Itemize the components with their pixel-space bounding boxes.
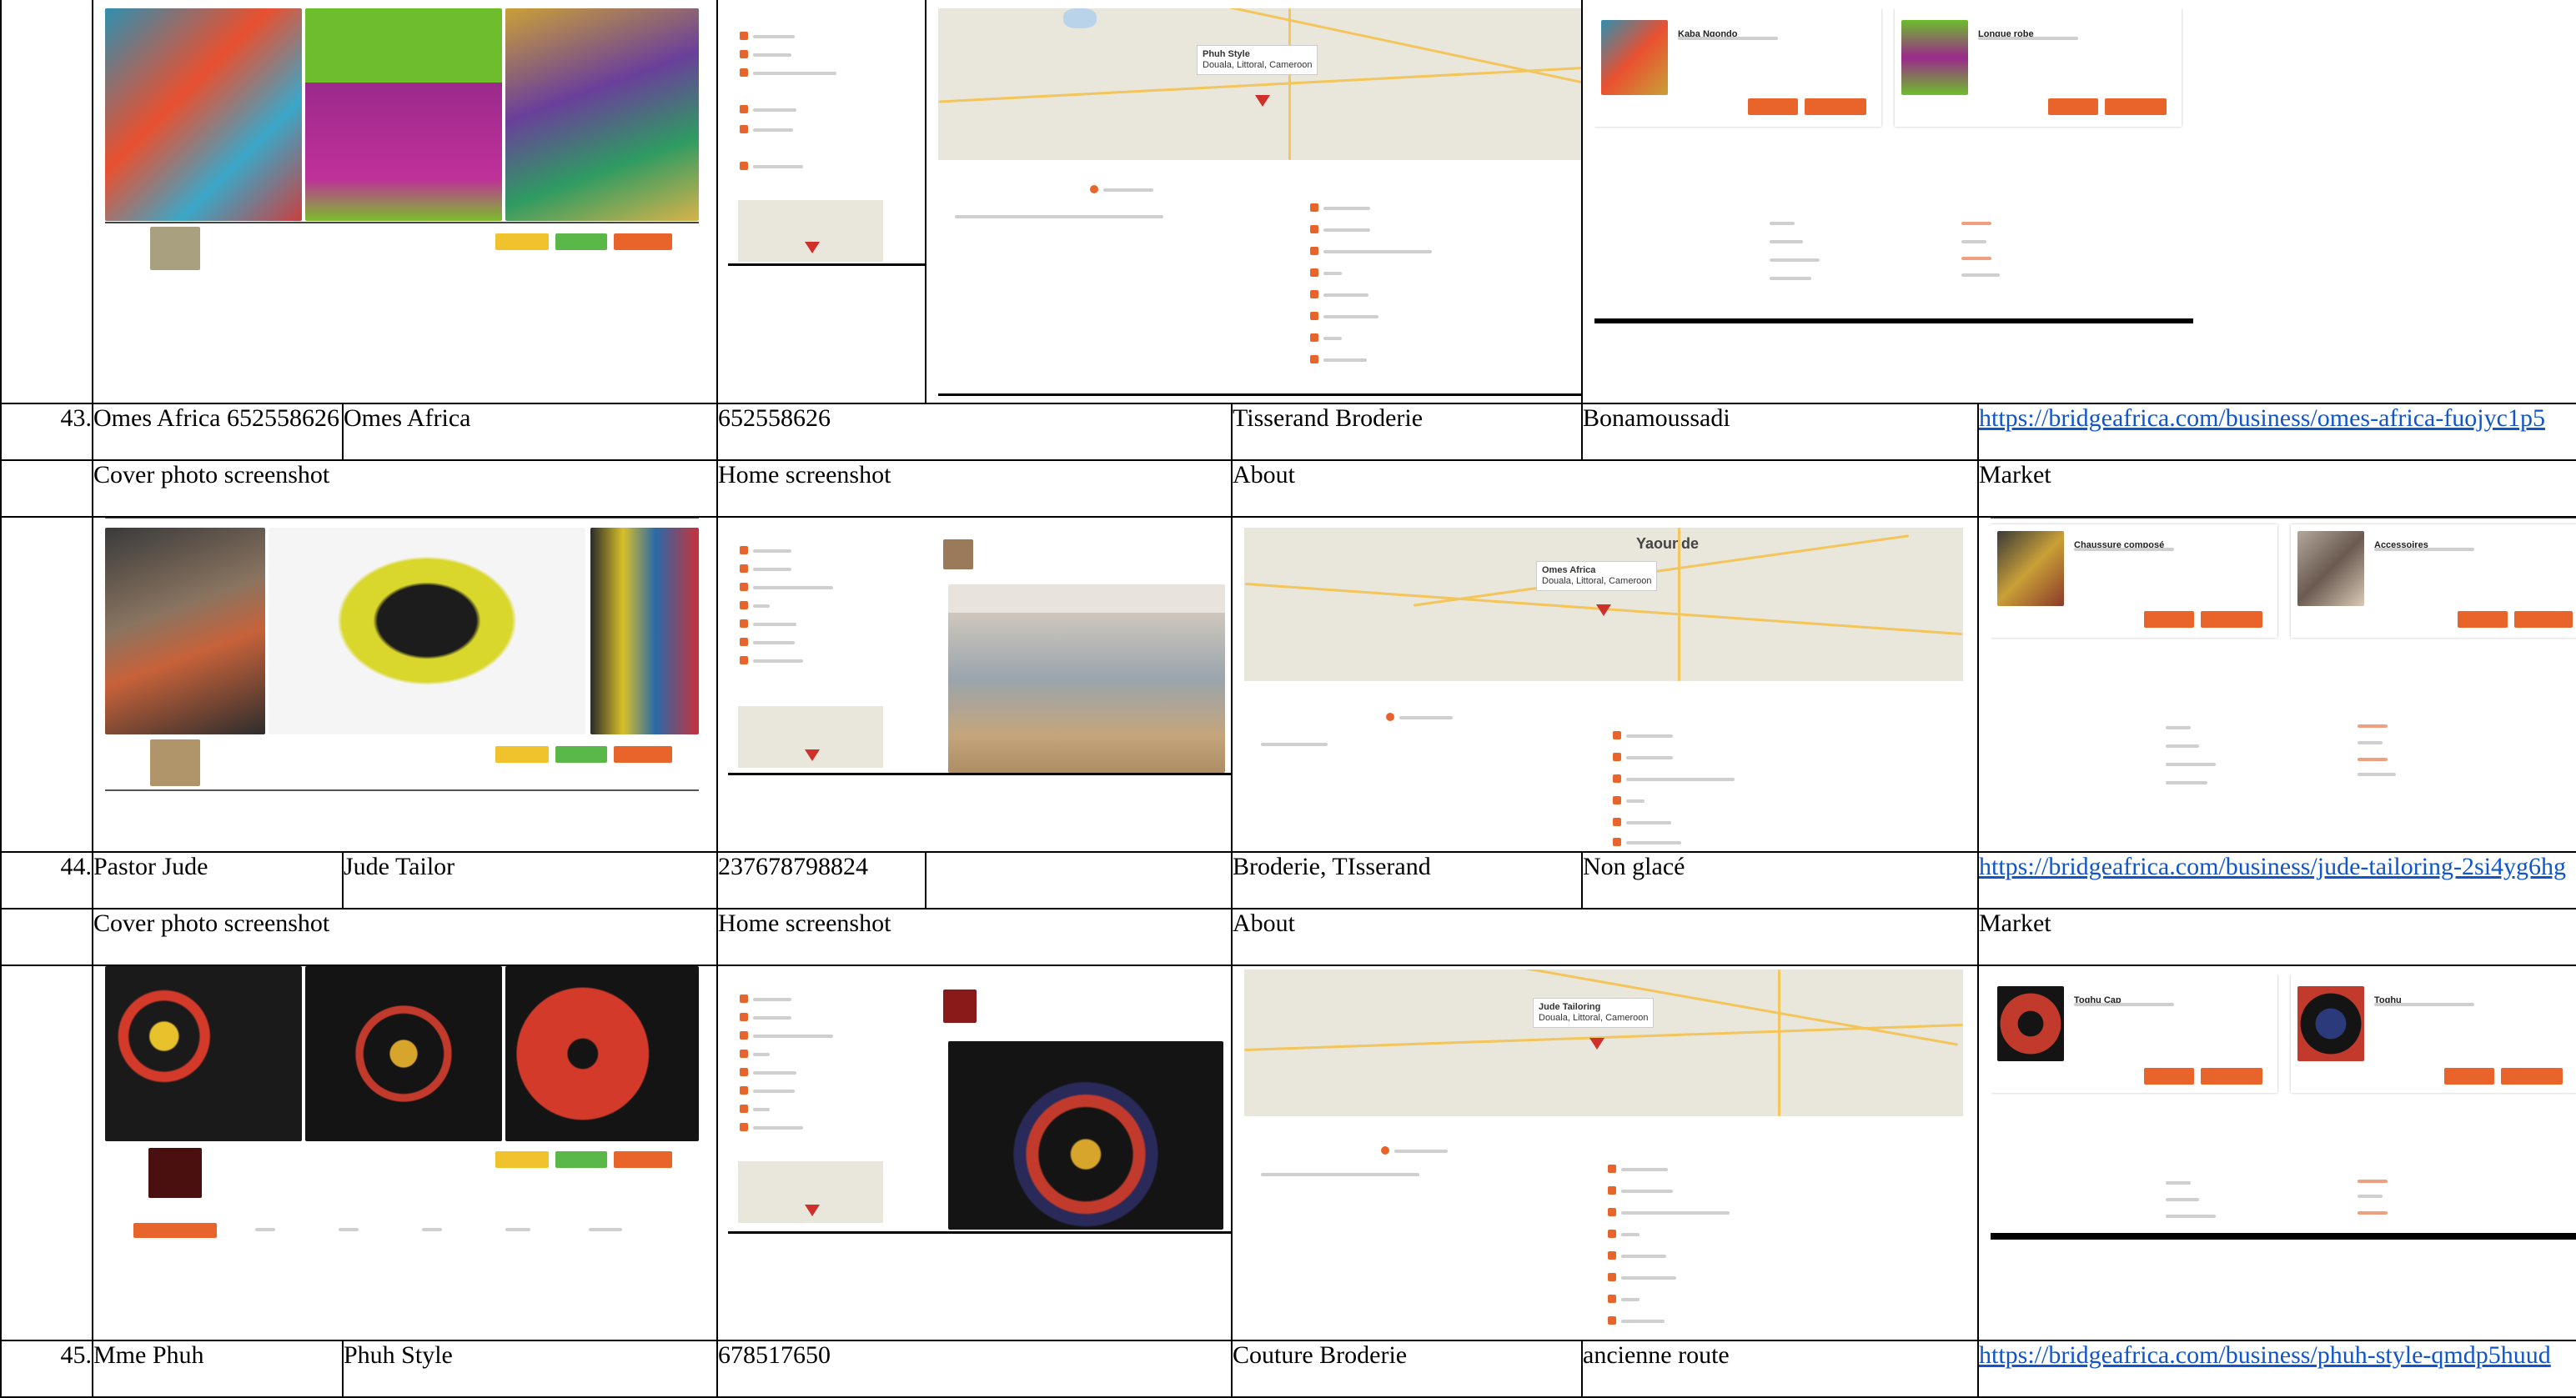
- row-number: 43.: [0, 403, 93, 461]
- location: ancienne route: [1581, 1340, 1979, 1398]
- business-link[interactable]: https://bridgeafrica.com/business/phuh-s…: [1980, 1342, 2551, 1369]
- table-row: 44. Pastor Jude Jude Tailor 237678798824…: [0, 851, 2576, 909]
- table-row: 45. Mme Phuh Phuh Style 678517650 Coutur…: [0, 1340, 2576, 1398]
- cover-screenshot: [92, 516, 718, 853]
- cover-label: Cover photo screenshot: [92, 908, 718, 966]
- phone: 678517650: [716, 1340, 1233, 1398]
- row-number: 45.: [0, 1340, 93, 1398]
- cover-label: Cover photo screenshot: [92, 459, 718, 518]
- home-label: Home screenshot: [716, 459, 1233, 518]
- map-popup: Omes Africa Douala, Littoral, Cameroon: [1536, 561, 1658, 591]
- location: Non glacé: [1581, 851, 1979, 909]
- label-row: Cover photo screenshot Home screenshot A…: [0, 908, 2576, 966]
- location: Bonamoussadi: [1581, 403, 1979, 461]
- market-label: Market: [1977, 459, 2576, 518]
- label-row: Cover photo screenshot Home screenshot A…: [0, 459, 2576, 518]
- business-table: Phuh Style Douala, Littoral, Cameroon Ka…: [0, 0, 2576, 1398]
- activity: Tisserand Broderie: [1231, 403, 1583, 461]
- home-screenshot: [716, 0, 926, 404]
- business-link[interactable]: https://bridgeafrica.com/business/omes-a…: [1980, 405, 2545, 432]
- market-screenshot: Kaba Ngondo Longue robe: [1581, 0, 2576, 404]
- phone: 652558626: [716, 403, 1233, 461]
- product-card: Accessoires: [2291, 524, 2575, 638]
- screenshot-row-42: Phuh Style Douala, Littoral, Cameroon Ka…: [0, 0, 2576, 404]
- product-card: Longue robe: [1895, 8, 2182, 127]
- about-screenshot: Yaounde Omes Africa Douala, Littoral, Cam…: [1231, 516, 1979, 853]
- business-link[interactable]: https://bridgeafrica.com/business/jude-t…: [1980, 854, 2566, 880]
- map-popup: Jude Tailoring Douala, Littoral, Cameroon: [1533, 998, 1655, 1028]
- home-screenshot: [716, 965, 1233, 1341]
- market-screenshot: Chaussure composé Accessoires: [1977, 516, 2576, 853]
- product-card: Kaba Ngondo: [1594, 8, 1881, 127]
- row-number: 44.: [0, 851, 93, 909]
- activity: Couture Broderie: [1231, 1340, 1583, 1398]
- market-screenshot: Toghu Cap Toghu: [1977, 965, 2576, 1341]
- screenshot-row-44: Jude Tailoring Douala, Littoral, Cameroon: [0, 965, 2576, 1341]
- business-name: Phuh Style: [342, 1340, 718, 1398]
- contact-name: Mme Phuh: [92, 1340, 344, 1398]
- phone-extra: [925, 851, 1233, 909]
- contact-name: Pastor Jude: [92, 851, 344, 909]
- screenshot-row-43: Yaounde Omes Africa Douala, Littoral, Cam…: [0, 516, 2576, 853]
- about-label: About: [1231, 459, 1979, 518]
- activity: Broderie, TIsserand: [1231, 851, 1583, 909]
- home-label: Home screenshot: [716, 908, 1233, 966]
- map-popup: Phuh Style Douala, Littoral, Cameroon: [1197, 45, 1318, 75]
- map-city-label: Yaounde: [1636, 535, 1700, 552]
- home-screenshot: [716, 516, 1233, 853]
- business-name: Omes Africa: [342, 403, 718, 461]
- business-name: Jude Tailor: [342, 851, 718, 909]
- product-card: Toghu: [2291, 975, 2575, 1093]
- about-label: About: [1231, 908, 1979, 966]
- contact-name: Omes Africa 652558626: [92, 403, 344, 461]
- about-screenshot: Phuh Style Douala, Littoral, Cameroon: [925, 0, 1583, 404]
- cover-screenshot: [92, 0, 718, 404]
- phone: 237678798824: [716, 851, 926, 909]
- product-card: Toghu Cap: [1991, 975, 2277, 1093]
- table-row: 43. Omes Africa 652558626 Omes Africa 65…: [0, 403, 2576, 461]
- market-label: Market: [1977, 908, 2576, 966]
- about-screenshot: Jude Tailoring Douala, Littoral, Cameroon: [1231, 965, 1979, 1341]
- cover-screenshot: [92, 965, 718, 1341]
- product-card: Chaussure composé: [1991, 524, 2277, 638]
